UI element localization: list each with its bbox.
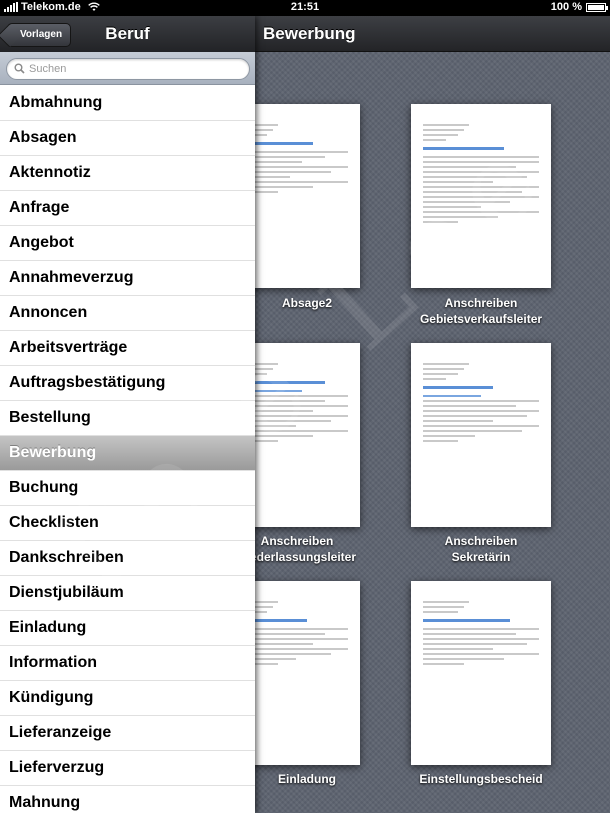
category-list: Abmahnung Absagen Aktennotiz Anfrage Ang… [0,86,255,813]
category-popover: Vorlagen Beruf Abmahnung Absagen Aktenno… [0,16,255,813]
list-item-lieferverzug[interactable]: Lieferverzug [0,751,255,786]
status-time: 21:51 [290,1,320,13]
list-item-arbeitsvertraege[interactable]: Arbeitsverträge [0,331,255,366]
list-item-mahnung[interactable]: Mahnung [0,786,255,813]
document-preview [423,124,539,226]
document-label-gebietsverkaufsleiter[interactable]: Anschreiben Gebietsverkaufsleiter [391,295,571,327]
list-item-anfrage[interactable]: Anfrage [0,191,255,226]
list-item-bestellung[interactable]: Bestellung [0,401,255,436]
main-navigation-bar: Bewerbung [255,16,610,52]
list-item-buchung[interactable]: Buchung [0,471,255,506]
document-label-einstellungsbescheid[interactable]: Einstellungsbescheid [391,771,571,787]
document-label-sekretaerin[interactable]: Anschreiben Sekretärin [391,533,571,565]
list-item-bewerbung[interactable]: Bewerbung [0,436,255,471]
search-bar [0,52,255,85]
document-thumbnail-sekretaerin[interactable] [411,343,551,527]
list-item-kuendigung[interactable]: Kündigung [0,681,255,716]
list-item-annoncen[interactable]: Annoncen [0,296,255,331]
document-thumbnail-einstellungsbescheid[interactable] [411,581,551,765]
popover-navigation-bar: Vorlagen Beruf [0,16,255,52]
list-item-information[interactable]: Information [0,646,255,681]
battery-percentage: 100 % [550,1,582,13]
list-item-absagen[interactable]: Absagen [0,121,255,156]
document-preview [423,363,539,445]
list-item-dienstjubilaeum[interactable]: Dienstjubiläum [0,576,255,611]
list-item-einladung[interactable]: Einladung [0,611,255,646]
list-item-checklisten[interactable]: Checklisten [0,506,255,541]
search-field[interactable] [6,58,250,80]
list-item-aktennotiz[interactable]: Aktennotiz [0,156,255,191]
document-preview [423,601,539,668]
list-item-abmahnung[interactable]: Abmahnung [0,86,255,121]
search-input[interactable] [29,61,239,77]
status-right: 100 % [550,1,608,13]
search-icon [14,63,25,74]
status-bar: Telekom.de 21:51 100 % [0,0,610,16]
popover-title: Beruf [105,24,150,43]
battery-icon [586,2,608,12]
list-item-annahmeverzug[interactable]: Annahmeverzug [0,261,255,296]
document-browser: Bewerbung Absage2 Anschreiben Gebietsver… [220,16,610,813]
list-item-auftragsbestaetigung[interactable]: Auftragsbestätigung [0,366,255,401]
main-title: Bewerbung [263,24,356,43]
document-thumbnail-gebietsverkaufsleiter[interactable] [411,104,551,288]
list-item-lieferanzeige[interactable]: Lieferanzeige [0,716,255,751]
list-item-angebot[interactable]: Angebot [0,226,255,261]
list-item-dankschreiben[interactable]: Dankschreiben [0,541,255,576]
